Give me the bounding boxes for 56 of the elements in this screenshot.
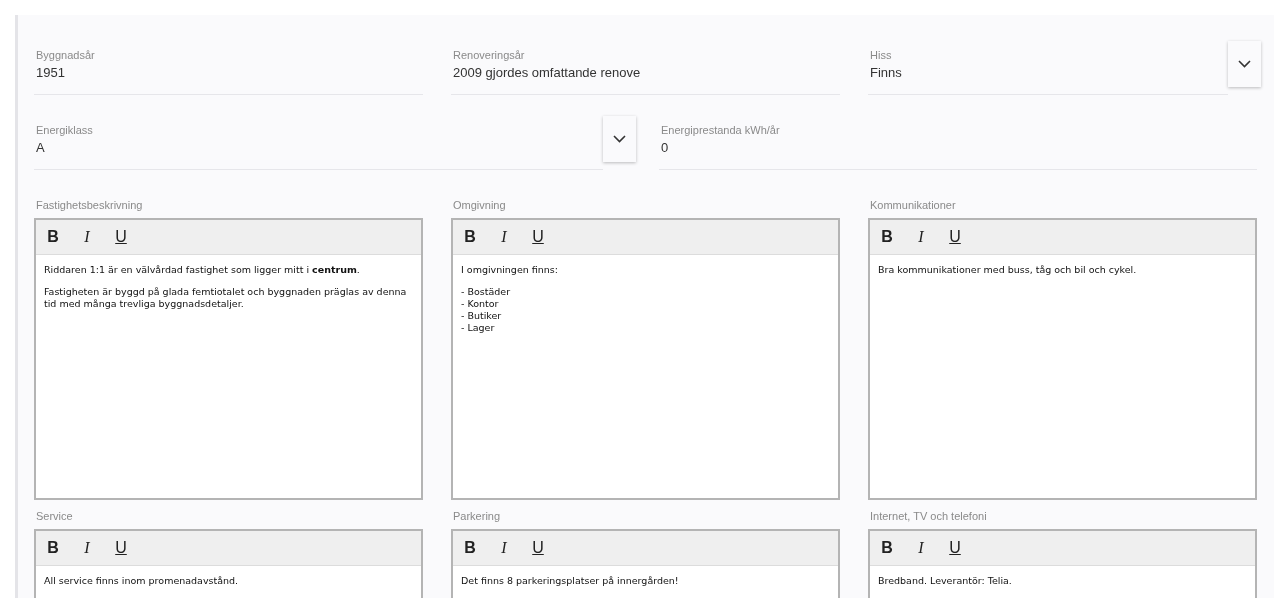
editor-label: Omgivning [452, 198, 507, 212]
field-value: 2009 gjordes omfattande renove [453, 64, 642, 82]
editor-paragraph: Fastigheten är byggd på glada femtiotalet och byggnaden präglas av denna tid med många trevliga byggnadsdetaljer. [44, 286, 408, 310]
rich-text-editor[interactable]: B I U Riddaren 1:1 är en välvårdad fastighet som ligger mitt i centrum. Fastigheten är byggd på glada femtiotalet och byggnaden präglas av denna tid med många trevliga byggnadsdetaljer. [34, 218, 423, 500]
rich-text-editor[interactable]: B I U I omgivningen finns: - Bostäder - Kontor - Butiker - Lager [451, 218, 840, 500]
underline-button[interactable]: U [110, 225, 132, 249]
bold-button[interactable]: B [459, 536, 481, 560]
rich-text-editor[interactable]: B I U Det finns 8 parkeringsplatser på innergården! [451, 529, 840, 598]
italic-button[interactable]: I [76, 536, 98, 560]
input-field[interactable]: Energiprestanda kWh/år 0 [659, 120, 1257, 170]
field-value: A [36, 139, 46, 157]
rich-text-editor[interactable]: B I U Bra kommunikationer med buss, tåg och bil och cykel. [868, 218, 1257, 500]
bold-button[interactable]: B [876, 536, 898, 560]
editor-label: Parkering [452, 509, 502, 523]
field-label: Byggnadsår [36, 48, 96, 63]
rich-text-editor[interactable]: B I U All service finns inom promenadavstånd. [34, 529, 423, 598]
editor-paragraph: I omgivningen finns: [461, 264, 559, 276]
italic-button[interactable]: I [910, 536, 932, 560]
field-label: Hiss [870, 48, 893, 63]
field-value: 0 [661, 139, 670, 157]
editor-label: Fastighetsbeskrivning [35, 198, 144, 212]
chevron-down-icon [1238, 60, 1251, 68]
dropdown-button[interactable] [603, 116, 636, 162]
underline-button[interactable]: U [110, 536, 132, 560]
bold-button[interactable]: B [459, 225, 481, 249]
editor-paragraph: - Bostäder - Kontor - Butiker - Lager [461, 286, 512, 334]
select-field[interactable]: Energiklass A [34, 120, 603, 170]
underline-button[interactable]: U [527, 225, 549, 249]
editor-label: Kommunikationer [869, 198, 957, 212]
italic-button[interactable]: I [493, 225, 515, 249]
field-label: Energiprestanda kWh/år [661, 123, 781, 138]
bold-button[interactable]: B [42, 536, 64, 560]
field-label: Renoveringsår [453, 48, 526, 63]
italic-button[interactable]: I [76, 225, 98, 249]
editor-paragraph: All service finns inom promenadavstånd. [44, 575, 240, 587]
underline-button[interactable]: U [944, 225, 966, 249]
input-field[interactable]: Renoveringsår 2009 gjordes omfattande renove [451, 45, 840, 95]
editor-paragraph: Bredband. Leverantör: Telia. [878, 575, 1013, 587]
editor-paragraph: Riddaren 1:1 är en välvårdad fastighet som ligger mitt i centrum. [44, 264, 361, 276]
italic-button[interactable]: I [910, 225, 932, 249]
editor-paragraph: Bra kommunikationer med buss, tåg och bil och cykel. [878, 264, 1138, 276]
editor-paragraph: Det finns 8 parkeringsplatser på innergården! [461, 575, 680, 587]
bold-button[interactable]: B [876, 225, 898, 249]
field-label: Energiklass [36, 123, 94, 138]
dropdown-button[interactable] [1228, 41, 1261, 87]
bold-button[interactable]: B [42, 225, 64, 249]
underline-button[interactable]: U [944, 536, 966, 560]
italic-button[interactable]: I [493, 536, 515, 560]
editor-label: Internet, TV och telefoni [869, 509, 988, 523]
underline-button[interactable]: U [527, 536, 549, 560]
editor-label: Service [35, 509, 74, 523]
chevron-down-icon [613, 135, 626, 143]
field-value: 1951 [36, 64, 66, 82]
rich-text-editor[interactable]: B I U Bredband. Leverantör: Telia. [868, 529, 1257, 598]
input-field[interactable]: Byggnadsår 1951 [34, 45, 423, 95]
field-value: Finns [870, 64, 903, 82]
